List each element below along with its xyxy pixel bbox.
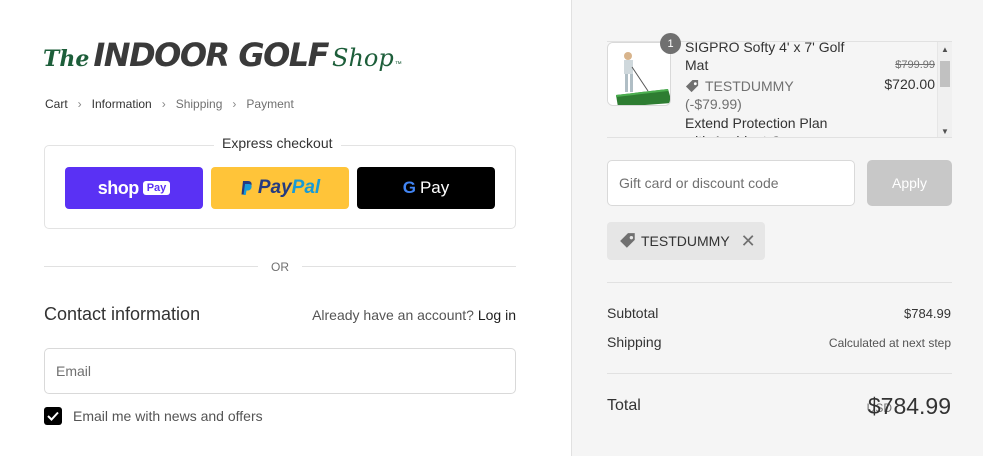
item-discount: TESTDUMMY: [685, 78, 794, 94]
paypal-button[interactable]: Pay Pal: [211, 167, 349, 209]
chevron-right-icon: ›: [77, 97, 82, 111]
item-addon: Extend Protection Plan with Accident Cov…: [685, 115, 831, 137]
remove-discount-icon[interactable]: ✕: [741, 232, 756, 250]
breadcrumb: Cart › Information › Shipping › Payment: [45, 97, 294, 111]
logo-main: INDOOR GOLF: [93, 36, 329, 74]
express-checkout-box: shop Pay Pay Pal G Pay: [44, 145, 516, 229]
product-thumbnail: [607, 42, 671, 106]
total-label: Total: [607, 397, 641, 414]
item-quantity-badge: 1: [660, 33, 681, 54]
login-link[interactable]: Log in: [478, 307, 516, 323]
breadcrumb-shipping: Shipping: [175, 97, 223, 111]
applied-discount-code: TESTDUMMY: [641, 233, 730, 249]
contact-heading: Contact information: [44, 304, 201, 324]
item-price-original: $799.99: [895, 59, 935, 71]
account-prompt-text: Already have an account?: [312, 307, 474, 323]
store-logo[interactable]: The INDOOR GOLF Shop ™: [43, 36, 402, 74]
items-scrollbar[interactable]: ▲ ▼: [937, 42, 952, 137]
breadcrumb-information: Information: [91, 97, 152, 111]
logo-the: The: [43, 46, 90, 72]
paypal-text-pay: Pay: [257, 177, 292, 198]
subtotal-value: $784.99: [904, 306, 951, 321]
tag-icon: [620, 233, 635, 248]
checkmark-icon: [47, 411, 59, 421]
account-prompt: Already have an account? Log in: [312, 307, 516, 323]
shipping-label: Shipping: [607, 334, 662, 350]
divider-left: [44, 266, 258, 267]
applied-discount-tag: TESTDUMMY ✕: [607, 222, 765, 260]
logo-shop: Shop: [332, 44, 394, 72]
golfer-on-mat-image: [608, 43, 670, 105]
checkout-main-panel: The INDOOR GOLF Shop ™ Cart › Informatio…: [0, 0, 571, 456]
shop-pay-text: shop: [97, 177, 140, 198]
email-field[interactable]: [44, 348, 516, 394]
shipping-value: Calculated at next step: [828, 336, 951, 350]
newsletter-label: Email me with news and offers: [73, 408, 263, 424]
divider-right: [302, 266, 516, 267]
apply-discount-button[interactable]: Apply: [867, 160, 952, 206]
tag-icon: [685, 79, 699, 92]
discount-code-input[interactable]: [607, 160, 855, 206]
subtotal-label: Subtotal: [607, 305, 659, 321]
item-discount-code: TESTDUMMY: [705, 78, 794, 94]
item-price-discounted: $720.00: [884, 76, 935, 92]
express-checkout-title: Express checkout: [214, 135, 341, 151]
chevron-right-icon: ›: [232, 97, 237, 111]
google-pay-button[interactable]: G Pay: [357, 167, 495, 209]
total-divider: [607, 373, 952, 374]
paypal-icon: [241, 181, 252, 195]
shop-pay-button[interactable]: shop Pay: [65, 167, 203, 209]
item-discount-amount: (-$79.99): [685, 96, 742, 112]
logo-tm: ™: [394, 61, 402, 68]
newsletter-checkbox[interactable]: [44, 407, 62, 425]
order-summary-panel: SIGPRO Softy 4' x 7' Golf Mat TESTDUMMY …: [571, 0, 983, 456]
item-name: SIGPRO Softy 4' x 7' Golf Mat: [685, 41, 845, 73]
scroll-up-arrow-icon[interactable]: ▲: [941, 45, 949, 54]
breadcrumb-payment: Payment: [246, 97, 294, 111]
breadcrumb-cart[interactable]: Cart: [45, 97, 68, 111]
or-divider-label: OR: [271, 260, 289, 274]
google-pay-text: Pay: [419, 178, 450, 197]
total-amount: $784.99: [867, 393, 951, 419]
summary-divider: [607, 282, 952, 283]
newsletter-checkbox-row[interactable]: Email me with news and offers: [44, 407, 263, 425]
scrollbar-thumb[interactable]: [940, 61, 950, 87]
paypal-text-pal: Pal: [291, 177, 321, 198]
shop-pay-pill: Pay: [142, 181, 171, 195]
order-items-list[interactable]: SIGPRO Softy 4' x 7' Golf Mat TESTDUMMY …: [607, 41, 952, 138]
google-g-icon: G: [402, 178, 416, 197]
scroll-down-arrow-icon[interactable]: ▼: [941, 127, 949, 136]
chevron-right-icon: ›: [161, 97, 166, 111]
